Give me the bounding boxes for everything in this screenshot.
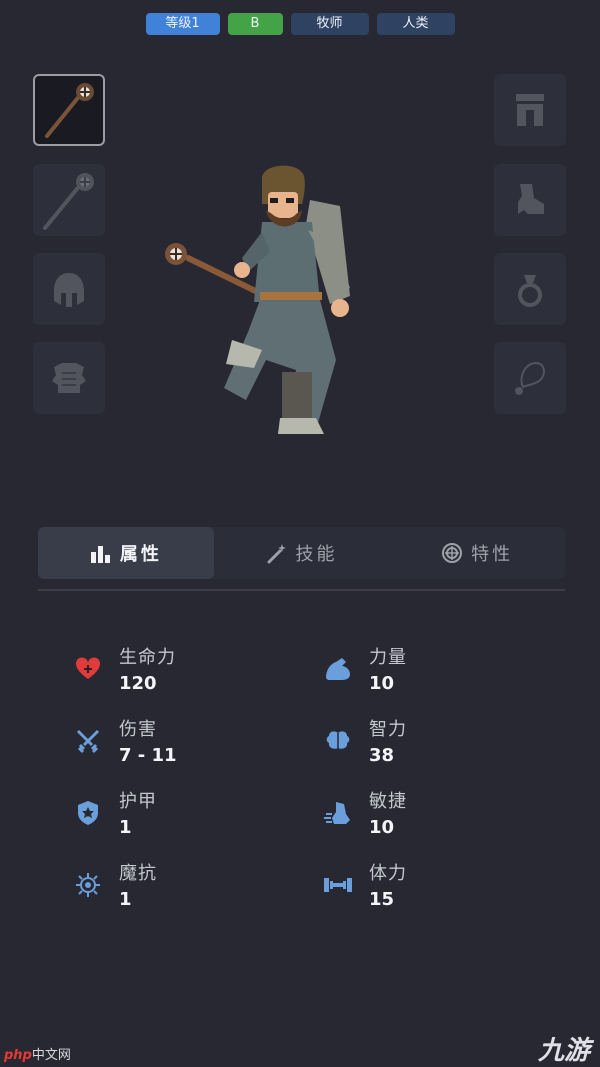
tab-skills[interactable]: 技能 <box>214 527 390 579</box>
stat-value: 15 <box>369 889 395 910</box>
stat-agility: 敏捷 10 <box>323 784 523 844</box>
stat-label: 智力 <box>369 719 407 740</box>
helmet-slot[interactable] <box>33 253 105 325</box>
tab-attributes[interactable]: 属性 <box>38 527 214 579</box>
stat-value: 1 <box>119 817 132 838</box>
stat-strength: 力量 10 <box>323 640 523 700</box>
ring-icon <box>518 275 542 307</box>
stat-armor: 护甲 1 <box>73 784 273 844</box>
helmet-icon <box>54 273 84 307</box>
pants-icon <box>516 94 544 126</box>
stat-value: 1 <box>119 889 132 910</box>
stat-value: 10 <box>369 673 395 694</box>
heart-icon <box>73 654 103 684</box>
race-badge: 人类 <box>376 13 455 35</box>
stat-label: 体力 <box>369 863 407 884</box>
staff-icon <box>45 83 94 138</box>
stat-label: 魔抗 <box>119 863 157 884</box>
tab-traits[interactable]: 特性 <box>389 527 565 579</box>
staff-icon <box>43 173 94 230</box>
hero-character <box>150 160 390 450</box>
header-badges: 等级1 B 牧师 人类 <box>0 13 600 35</box>
stat-stamina: 体力 15 <box>323 856 523 916</box>
stat-value: 7 - 11 <box>119 745 177 766</box>
stat-value: 120 <box>119 673 157 694</box>
boots-slot[interactable] <box>494 164 566 236</box>
amulet-icon <box>515 361 545 395</box>
stat-label: 生命力 <box>119 647 176 668</box>
watermark-text: 九游 <box>537 1036 590 1066</box>
crossed-swords-icon <box>73 726 103 756</box>
boot-icon <box>518 184 544 214</box>
stat-label: 力量 <box>369 647 407 668</box>
watermark-jiuyou: 九游 <box>538 1030 590 1067</box>
stat-magic-resist: 魔抗 1 <box>73 856 273 916</box>
stat-intelligence: 智力 38 <box>323 712 523 772</box>
pants-slot[interactable] <box>494 74 566 146</box>
weapon-slot-main[interactable] <box>33 74 105 146</box>
magic-wand-icon <box>267 544 286 564</box>
magic-resist-icon <box>73 870 103 900</box>
tab-attributes-label: 属性 <box>119 544 162 565</box>
shield-icon <box>73 798 103 828</box>
dumbbell-icon <box>323 870 353 900</box>
armor-slot[interactable] <box>33 342 105 414</box>
stat-vitality: 生命力 120 <box>73 640 273 700</box>
stat-label: 敏捷 <box>369 791 407 812</box>
bar-chart-icon <box>90 546 110 563</box>
level-badge: 等级1 <box>145 13 220 35</box>
amulet-slot[interactable] <box>494 342 566 414</box>
stat-damage: 伤害 7 - 11 <box>73 712 273 772</box>
watermark-php-cn: php中文网 <box>4 1044 71 1063</box>
watermark-brand: php <box>4 1048 32 1063</box>
weapon-slot-off[interactable] <box>33 164 105 236</box>
agility-boot-icon <box>323 798 353 828</box>
tab-bar: 属性 技能 特性 <box>38 527 565 579</box>
strength-arm-icon <box>323 654 353 684</box>
watermark-text: 中文网 <box>31 1048 71 1063</box>
tab-divider <box>38 589 565 591</box>
grade-badge: B <box>227 13 283 35</box>
chest-armor-icon <box>52 363 86 393</box>
stat-value: 38 <box>369 745 395 766</box>
brain-icon <box>323 726 353 756</box>
ring-slot[interactable] <box>494 253 566 325</box>
stat-label: 伤害 <box>119 719 157 740</box>
stat-value: 10 <box>369 817 395 838</box>
tab-skills-label: 技能 <box>295 544 338 565</box>
tab-traits-label: 特性 <box>471 544 514 565</box>
trait-icon <box>442 543 463 563</box>
class-badge: 牧师 <box>290 13 369 35</box>
stat-label: 护甲 <box>119 791 157 812</box>
